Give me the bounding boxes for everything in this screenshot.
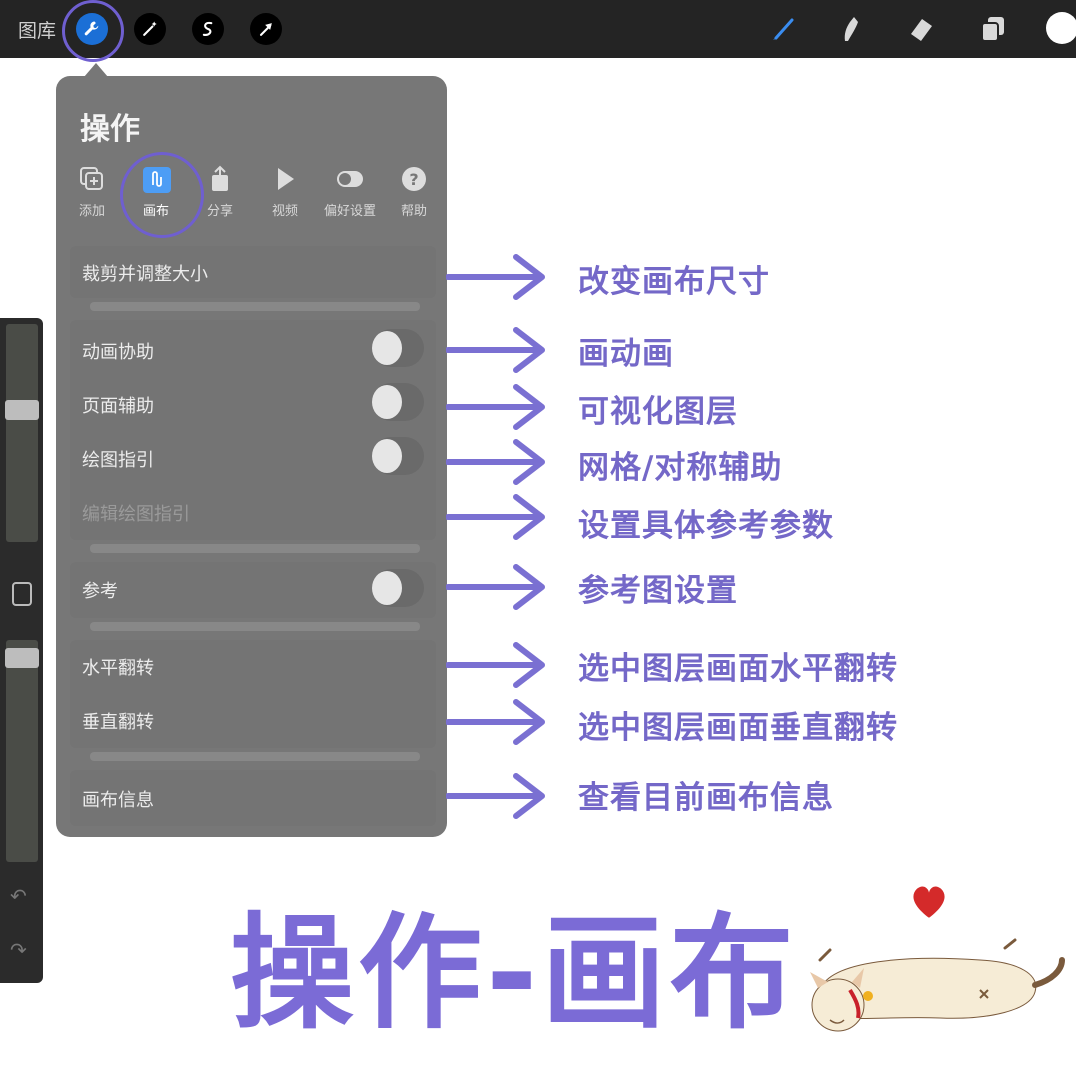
- arrow-icon: [446, 699, 545, 745]
- separator: [90, 302, 420, 311]
- annotation-animation: 画动画: [578, 336, 674, 372]
- panel-title: 操作: [80, 112, 140, 147]
- page-assist-item[interactable]: 页面辅助: [82, 392, 154, 418]
- arrow-icon: [446, 384, 545, 430]
- side-slider-bar: ↶ ↷: [0, 318, 43, 983]
- annotation-info: 查看目前画布信息: [578, 780, 834, 816]
- arrow-icon: [446, 642, 545, 688]
- arrow-icon: [446, 254, 545, 300]
- arrow-icon: [446, 439, 545, 485]
- arrow-icon: [446, 773, 545, 819]
- brush-icon: [773, 18, 794, 40]
- svg-text:?: ?: [409, 170, 418, 189]
- arrow-icon: [446, 494, 545, 540]
- annotation-page: 可视化图层: [578, 394, 738, 430]
- highlight-ring: [120, 152, 204, 238]
- flip-horizontal-item[interactable]: 水平翻转: [82, 654, 154, 680]
- help-icon: ?: [402, 167, 426, 191]
- tab-add[interactable]: 添加: [64, 162, 120, 219]
- selection-button[interactable]: [192, 13, 224, 45]
- annotation-resize: 改变画布尺寸: [578, 264, 770, 300]
- smudge-button[interactable]: [834, 12, 868, 46]
- undo-icon[interactable]: ↶: [10, 884, 27, 908]
- eraser-icon: [911, 19, 932, 41]
- top-toolbar: 图库: [0, 0, 1076, 62]
- brush-size-handle[interactable]: [5, 400, 39, 420]
- annotation-guide: 网格/对称辅助: [578, 450, 783, 486]
- annotation-flip-h: 选中图层画面水平翻转: [578, 651, 898, 687]
- tab-preferences[interactable]: 偏好设置: [322, 162, 378, 219]
- panel-pointer: [84, 63, 108, 77]
- layers-button[interactable]: [976, 12, 1010, 46]
- arrow-icon: [446, 327, 545, 373]
- crop-resize-item[interactable]: 裁剪并调整大小: [82, 260, 208, 286]
- separator: [90, 544, 420, 553]
- eraser-button[interactable]: [904, 12, 938, 46]
- drawing-guide-item[interactable]: 绘图指引: [82, 446, 154, 472]
- edit-drawing-guide-item[interactable]: 编辑绘图指引: [82, 500, 190, 526]
- arrow-icon: [446, 564, 545, 610]
- animation-assist-item[interactable]: 动画协助: [82, 338, 154, 364]
- flip-vertical-item[interactable]: 垂直翻转: [82, 708, 154, 734]
- video-icon: [278, 168, 294, 190]
- redo-icon[interactable]: ↷: [10, 938, 27, 962]
- separator: [90, 622, 420, 631]
- gallery-button[interactable]: 图库: [18, 16, 56, 43]
- opacity-slider[interactable]: [6, 640, 38, 862]
- move-arrow-icon: [259, 23, 272, 36]
- share-icon: [212, 165, 228, 191]
- brush-button[interactable]: [766, 12, 800, 46]
- highlight-ring: [62, 0, 124, 62]
- big-title: 操作-画布: [230, 902, 798, 1046]
- cat-illustration: [810, 938, 1065, 1032]
- tab-help[interactable]: ? 帮助: [386, 162, 442, 219]
- annotation-reference: 参考图设置: [578, 573, 738, 609]
- toggle-icon: [337, 171, 363, 187]
- annotation-flip-v: 选中图层画面垂直翻转: [578, 710, 898, 746]
- reference-item[interactable]: 参考: [82, 577, 118, 603]
- reference-toggle[interactable]: [372, 569, 424, 607]
- layers-icon: [981, 17, 1004, 42]
- heart-icon: [913, 886, 945, 918]
- canvas-info-item[interactable]: 画布信息: [82, 786, 154, 812]
- magic-wand-icon: [143, 21, 157, 36]
- brush-size-slider[interactable]: [6, 324, 38, 542]
- annotation-edit-guide: 设置具体参考参数: [578, 508, 834, 544]
- selection-icon: [202, 21, 213, 36]
- modify-button[interactable]: [12, 582, 32, 606]
- color-icon[interactable]: [1046, 12, 1076, 44]
- separator: [90, 752, 420, 761]
- smudge-icon: [844, 17, 858, 41]
- tab-video[interactable]: 视频: [257, 162, 313, 219]
- add-icon: [80, 167, 103, 190]
- animation-assist-toggle[interactable]: [372, 329, 424, 367]
- drawing-guide-toggle[interactable]: [372, 437, 424, 475]
- opacity-handle[interactable]: [5, 648, 39, 668]
- adjustments-button[interactable]: [134, 13, 166, 45]
- page-assist-toggle[interactable]: [372, 383, 424, 421]
- transform-button[interactable]: [250, 13, 282, 45]
